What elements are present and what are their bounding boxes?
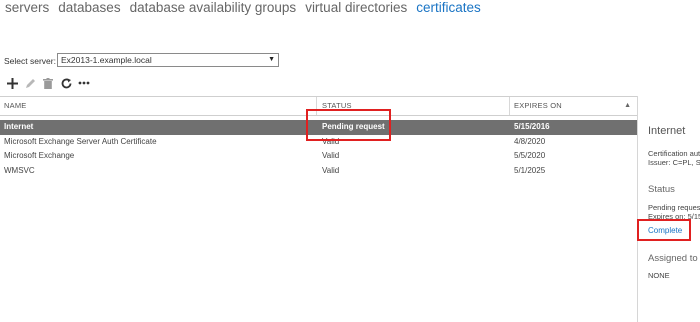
- details-assigned-value: NONE: [648, 271, 670, 280]
- delete-button[interactable]: [41, 76, 55, 90]
- details-assigned-heading: Assigned to s: [648, 253, 700, 264]
- nav-databases[interactable]: databases: [58, 0, 120, 18]
- add-button[interactable]: [5, 76, 19, 90]
- table-row[interactable]: Microsoft Exchange Valid 5/5/2020: [0, 149, 637, 164]
- cell-expires: 5/5/2020: [514, 151, 546, 160]
- cell-status: Valid: [322, 165, 340, 175]
- edit-icon: [25, 78, 35, 88]
- cell-name: Microsoft Exchange Server Auth Certifica…: [4, 136, 157, 146]
- cell-expires: 5/15/2016: [514, 122, 550, 131]
- top-nav: servers databases database availability …: [5, 0, 490, 18]
- nav-certificates[interactable]: certificates: [416, 0, 481, 18]
- table-row[interactable]: WMSVC Valid 5/1/2025: [0, 164, 637, 179]
- select-server-label: Select server:: [4, 56, 56, 66]
- refresh-button[interactable]: [59, 76, 73, 90]
- toolbar: [5, 76, 95, 90]
- chevron-down-icon: ▼: [268, 56, 275, 63]
- edit-button[interactable]: [23, 76, 37, 90]
- more-icon: [78, 81, 90, 85]
- details-status-heading: Status: [648, 184, 675, 195]
- cell-name: Microsoft Exchange: [4, 151, 75, 160]
- refresh-icon: [61, 78, 71, 88]
- more-button[interactable]: [77, 76, 91, 90]
- cell-expires: 5/1/2025: [514, 165, 546, 175]
- nav-database-availability-groups[interactable]: database availability groups: [130, 0, 297, 18]
- nav-servers[interactable]: servers: [5, 0, 49, 18]
- cell-name: WMSVC: [4, 165, 35, 175]
- server-select-dropdown[interactable]: Ex2013-1.example.local ▼: [57, 53, 279, 67]
- column-header-name[interactable]: NAME: [4, 97, 26, 115]
- column-header-expires[interactable]: EXPIRES ON: [514, 97, 562, 115]
- details-title: Internet: [648, 125, 686, 137]
- cell-status: Valid: [322, 151, 340, 160]
- annotation-highlight-complete: [637, 219, 691, 241]
- add-icon: [6, 77, 18, 89]
- cell-name: Internet: [4, 122, 34, 131]
- details-cert-authority: Certification aut: [648, 149, 700, 158]
- annotation-highlight-status: [306, 109, 391, 141]
- sort-ascending-icon[interactable]: ▲: [624, 97, 631, 115]
- details-status-value: Pending request: [648, 203, 700, 212]
- details-pane: Internet Certification aut Issuer: C=PL,…: [637, 96, 700, 322]
- delete-icon: [43, 77, 53, 89]
- cell-expires: 4/8/2020: [514, 136, 546, 146]
- nav-virtual-directories[interactable]: virtual directories: [305, 0, 407, 18]
- server-select-value: Ex2013-1.example.local: [61, 55, 152, 65]
- column-divider: [509, 97, 510, 115]
- details-issuer: Issuer: C=PL, S=: [648, 158, 700, 167]
